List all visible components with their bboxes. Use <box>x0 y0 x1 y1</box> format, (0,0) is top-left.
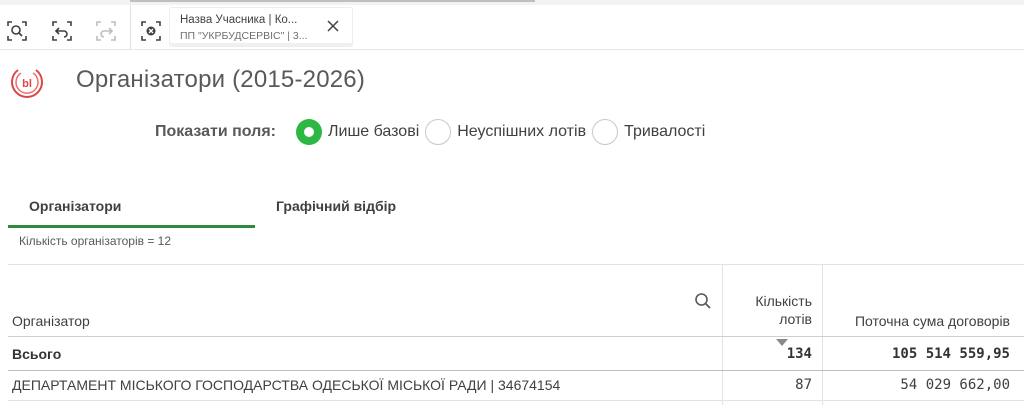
radio-unsuccessful-lots[interactable]: Неуспішних лотів <box>425 119 586 145</box>
tab-organizers[interactable]: Організатори <box>29 198 121 214</box>
header-bottom-border <box>8 336 1024 337</box>
radio-durations[interactable]: Тривалості <box>592 119 705 145</box>
selection-chip-value: ПП "УКРБУДСЕРВІС" | 3... <box>180 30 308 42</box>
column-divider <box>722 264 723 405</box>
column-divider <box>822 264 823 405</box>
selections-toolbar: Назва Учасника | Ко... ПП "УКРБУДСЕРВІС"… <box>0 0 1024 50</box>
tab-graphic-selection[interactable]: Графічний відбір <box>276 198 396 214</box>
toolbar-top-rule <box>0 0 1024 5</box>
total-sum: 105 514 559,95 <box>891 346 1010 362</box>
column-header-contract-sum[interactable]: Поточна сума договорів <box>824 313 1010 329</box>
total-label: Всього <box>12 346 62 362</box>
step-forward-icon <box>96 21 116 41</box>
page-title: Організатори (2015-2026) <box>76 66 366 93</box>
search-in-selections-button[interactable] <box>5 19 29 43</box>
step-back-icon <box>52 21 72 41</box>
table-top-border <box>8 264 1024 265</box>
total-lots: 134 <box>786 346 812 362</box>
selection-chip-field: Назва Учасника | Ко... <box>180 14 298 26</box>
search-in-selections-icon <box>7 21 27 41</box>
radio-label: Неуспішних лотів <box>457 123 587 140</box>
step-forward-button[interactable] <box>94 19 118 43</box>
radio-label: Тривалості <box>624 123 706 140</box>
selection-chip[interactable]: Назва Учасника | Ко... ПП "УКРБУДСЕРВІС"… <box>170 8 352 46</box>
table-cell-lots: 87 <box>795 377 812 393</box>
search-icon[interactable] <box>694 292 712 310</box>
radio-unchecked-icon <box>592 119 619 145</box>
radio-unchecked-icon <box>425 119 452 145</box>
sort-descending-icon <box>776 339 788 346</box>
radio-basic-only[interactable]: Лише базові <box>296 119 419 145</box>
radio-label: Лише базові <box>328 123 420 140</box>
selection-chip-state-bar <box>170 43 352 46</box>
column-header-organizer[interactable]: Організатор <box>12 313 90 329</box>
totals-bottom-border <box>8 370 1024 371</box>
show-fields-label: Показати поля: <box>155 123 276 140</box>
organizers-count: Кількість організаторів = 12 <box>19 234 172 248</box>
clear-all-selections-button[interactable] <box>139 19 163 43</box>
close-icon[interactable] <box>326 19 340 33</box>
clear-all-selections-icon <box>141 21 161 41</box>
radio-checked-icon <box>296 119 322 145</box>
table-cell-sum: 54 029 662,00 <box>900 377 1010 393</box>
active-tab-indicator <box>8 225 255 228</box>
svg-text:bl: bl <box>22 78 32 90</box>
table-row-border <box>8 400 1024 401</box>
organizers-table: Організатор Кількість лотів Поточна сума… <box>8 264 1024 405</box>
column-header-lots[interactable]: Кількість лотів <box>724 292 812 328</box>
toolbar-divider <box>130 5 131 49</box>
step-back-button[interactable] <box>50 19 74 43</box>
app-logo-icon: bl <box>11 69 43 98</box>
show-fields-group: Показати поля: Лише базові Неуспішних ло… <box>155 118 711 146</box>
table-cell-organizer[interactable]: ДЕПАРТАМЕНТ МІСЬКОГО ГОСПОДАРСТВА ОДЕСЬК… <box>12 377 560 393</box>
